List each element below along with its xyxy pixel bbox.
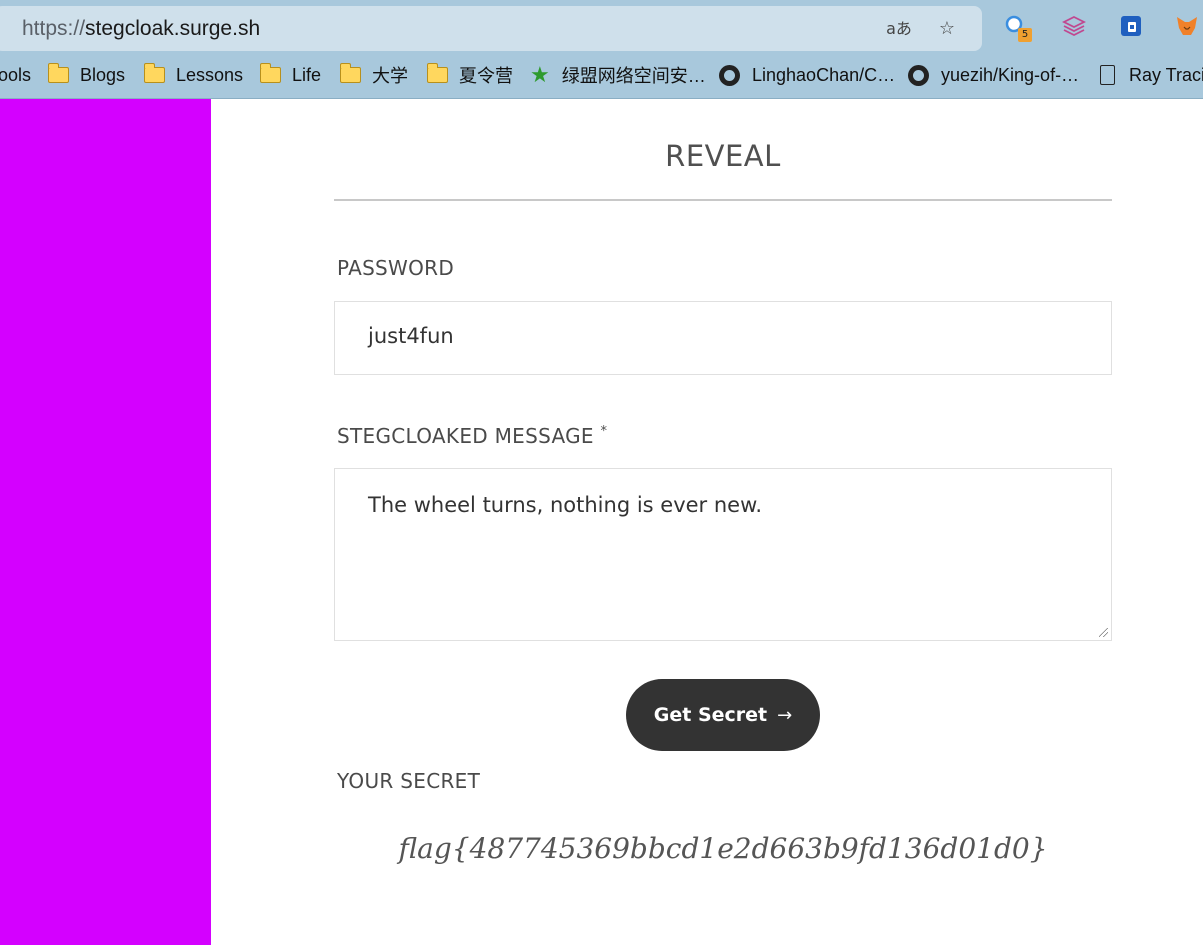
url-protocol: https://: [22, 17, 86, 40]
bookmark-folder-blogs[interactable]: Blogs: [47, 60, 125, 90]
layers-extension-icon[interactable]: [1061, 14, 1087, 38]
message-label: STEGCLOAKED MESSAGE *: [337, 424, 608, 448]
github-icon: [719, 64, 740, 86]
url-text[interactable]: https://stegcloak.surge.sh: [22, 17, 260, 41]
github-icon: [908, 64, 929, 86]
folder-icon: [47, 63, 69, 83]
arrow-right-icon: →: [777, 704, 793, 726]
required-mark: *: [600, 424, 608, 439]
bookmark-github-linghaochan[interactable]: LinghaoChan/C…: [719, 60, 895, 90]
metamask-fox-icon[interactable]: [1175, 14, 1199, 38]
translate-icon[interactable]: aあ: [886, 18, 912, 40]
magenta-sidebar: [0, 99, 211, 945]
star-icon: ★: [530, 62, 550, 87]
browser-toolbar: https://stegcloak.surge.sh aあ ☆ 5 ools B…: [0, 0, 1203, 99]
folder-icon: [426, 63, 448, 83]
secret-label: YOUR SECRET: [337, 769, 481, 793]
password-value: just4fun: [368, 324, 454, 348]
bookmark-github-yuezih[interactable]: yuezih/King-of-…: [908, 60, 1079, 90]
url-host: stegcloak.surge.sh: [85, 17, 261, 40]
page-title: REVEAL: [665, 139, 781, 173]
address-bar[interactable]: https://stegcloak.surge.sh aあ ☆: [0, 6, 982, 51]
extension-badge: 5: [1018, 28, 1032, 42]
bookmarks-bar: ools Blogs Lessons Life 大学 夏令营 ★ 绿盟网络空间安……: [0, 60, 1203, 90]
bookmark-folder-life[interactable]: Life: [259, 60, 321, 90]
bookmark-tools[interactable]: ools: [0, 60, 31, 90]
password-label: PASSWORD: [337, 256, 455, 280]
password-manager-icon[interactable]: [1119, 14, 1143, 38]
folder-icon: [339, 63, 361, 83]
password-input[interactable]: just4fun: [334, 301, 1112, 375]
bookmark-folder-daxue[interactable]: 大学: [339, 60, 408, 90]
title-divider: [334, 199, 1112, 201]
message-textarea[interactable]: The wheel turns, nothing is ever new.: [334, 468, 1112, 641]
bookmark-folder-summer-camp[interactable]: 夏令营: [426, 60, 513, 90]
folder-icon: [143, 63, 165, 83]
folder-icon: [259, 63, 281, 83]
extension-search-icon[interactable]: 5: [1004, 14, 1032, 42]
bookmark-nsfocus[interactable]: ★ 绿盟网络空间安…: [530, 60, 706, 90]
message-value: The wheel turns, nothing is ever new.: [368, 493, 763, 517]
page-icon: [1100, 65, 1115, 85]
bookmark-folder-lessons[interactable]: Lessons: [143, 60, 243, 90]
secret-output: flag{487745369bbcd1e2d663b9fd136d01d0}: [398, 832, 1048, 865]
resize-handle[interactable]: [1099, 628, 1108, 637]
favorite-add-icon[interactable]: ☆: [934, 18, 960, 40]
get-secret-button[interactable]: Get Secret →: [626, 679, 820, 751]
reveal-panel: REVEAL PASSWORD just4fun STEGCLOAKED MES…: [211, 99, 1203, 945]
bookmark-ray-tracing[interactable]: Ray Tracin: [1100, 60, 1203, 90]
